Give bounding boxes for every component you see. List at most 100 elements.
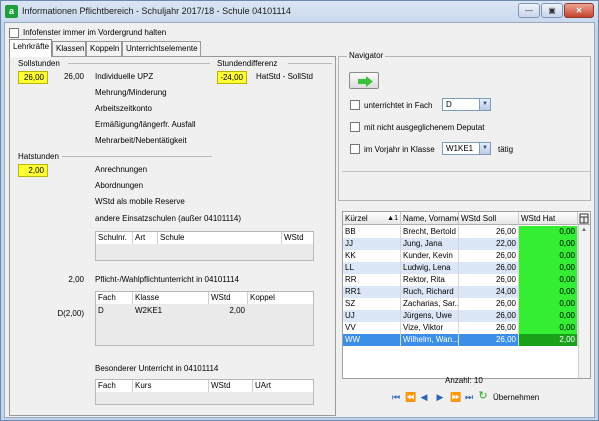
cell-name[interactable]: Kunder, Kevin [401,250,459,262]
cell-soll[interactable]: 26,00 [459,250,519,262]
filter-deputat-checkbox[interactable] [350,122,360,132]
first-record-icon[interactable]: ⏮ [391,392,401,402]
cell-name[interactable]: Rektor, Rita [401,274,459,286]
pflicht-row-wstd[interactable]: 2,00 [209,305,248,316]
table-row[interactable]: SZ Zacharias, Sar... 26,00 0,00 [343,298,578,310]
schools-col-art[interactable]: Art [133,232,158,244]
tab-lehrkraefte[interactable]: Lehrkräfte [9,39,52,57]
cell-soll[interactable]: 22,00 [459,238,519,250]
prev-page-icon[interactable]: ⏪ [405,392,416,402]
cell-kuerzel[interactable]: RR1 [343,286,401,298]
cell-kuerzel[interactable]: SZ [343,298,401,310]
cell-hat[interactable]: 0,00 [519,226,578,238]
schools-col-schulnr[interactable]: Schulnr. [96,232,133,244]
cell-hat[interactable]: 0,00 [519,274,578,286]
table-row[interactable]: KK Kunder, Kevin 26,00 0,00 [343,250,578,262]
title-bar[interactable]: a Informationen Pflichtbereich - Schulja… [1,1,598,23]
pflicht-col-klasse[interactable]: Klasse [133,292,209,304]
scroll-up-icon[interactable]: ▲ [581,227,587,233]
cell-name[interactable]: Jung, Jana [401,238,459,250]
chevron-down-icon[interactable]: ▼ [479,143,490,154]
cell-kuerzel[interactable]: LL [343,262,401,274]
navigator-arrow-button[interactable] [349,72,379,89]
tab-unterrichtselemente[interactable]: Unterrichtselemente [122,41,201,56]
table-row[interactable]: WW Wilhelm, Wan... 26,00 2,00 [343,334,578,346]
pflicht-col-fach[interactable]: Fach [96,292,133,304]
filter-fach-select[interactable]: D ▼ [442,98,491,111]
table-row[interactable]: JJ Jung, Jana 22,00 0,00 [343,238,578,250]
cell-kuerzel[interactable]: JJ [343,238,401,250]
cell-hat[interactable]: 0,00 [519,262,578,274]
cell-name[interactable]: Ludwig, Lena [401,262,459,274]
pflicht-row-klasse[interactable]: W2KE1 [133,305,209,316]
cell-soll[interactable]: 26,00 [459,334,519,346]
table-row[interactable]: BB Brecht, Bertold 26,00 0,00 [343,226,578,238]
cell-soll[interactable]: 26,00 [459,262,519,274]
cell-name[interactable]: Brecht, Bertold [401,226,459,238]
filter-fach-checkbox[interactable] [350,100,360,110]
table-scrollbar[interactable]: ▲ [578,225,590,378]
col-wstd-soll[interactable]: WStd Soll [459,212,519,225]
pflicht-grid[interactable]: Fach Klasse WStd Koppel D W2KE1 2,00 [95,291,314,346]
close-icon[interactable]: ✕ [564,3,594,18]
teacher-table[interactable]: Kürzel ▲1 Name, Vorname WStd Soll WStd H… [342,211,591,379]
schools-grid[interactable]: Schulnr. Art Schule WStd [95,231,314,261]
table-row[interactable]: UJ Jürgens, Uwe 26,00 0,00 [343,310,578,322]
schools-col-schule[interactable]: Schule [158,232,282,244]
minimize-icon[interactable]: — [518,3,540,18]
cell-kuerzel[interactable]: UJ [343,310,401,322]
next-record-icon[interactable]: ▶ [435,392,445,402]
tab-koppeln[interactable]: Koppeln [86,41,122,56]
table-row[interactable]: RR1 Ruch, Richard 24,00 0,00 [343,286,578,298]
cell-soll[interactable]: 26,00 [459,298,519,310]
table-row[interactable]: RR Rektor, Rita 26,00 0,00 [343,274,578,286]
cell-name[interactable]: Ruch, Richard [401,286,459,298]
cell-name[interactable]: Vize, Viktor [401,322,459,334]
cell-kuerzel[interactable]: WW [343,334,401,346]
cell-hat[interactable]: 0,00 [519,286,578,298]
pflicht-col-koppel[interactable]: Koppel [248,292,313,304]
col-kuerzel[interactable]: Kürzel ▲1 [343,212,401,225]
pflicht-col-wstd[interactable]: WStd [209,292,248,304]
cell-kuerzel[interactable]: KK [343,250,401,262]
cell-name[interactable]: Wilhelm, Wan... [401,334,459,346]
besonderer-col-kurs[interactable]: Kurs [133,380,209,392]
table-row[interactable]: VV Vize, Viktor 26,00 0,00 [343,322,578,334]
filter-vorjahr-checkbox[interactable] [350,144,360,154]
schools-col-wstd[interactable]: WStd [282,232,313,244]
cell-hat[interactable]: 0,00 [519,322,578,334]
foreground-checkbox[interactable] [9,28,19,38]
filter-vorjahr-select[interactable]: W1KE1 ▼ [442,142,491,155]
cell-kuerzel[interactable]: RR [343,274,401,286]
besonderer-col-uart[interactable]: UArt [253,380,313,392]
cell-kuerzel[interactable]: BB [343,226,401,238]
besonderer-col-wstd[interactable]: WStd [209,380,253,392]
cell-hat[interactable]: 0,00 [519,250,578,262]
next-page-icon[interactable]: ⏩ [450,392,461,402]
maximize-icon[interactable]: ▣ [541,3,563,18]
column-chooser-icon[interactable] [578,212,590,225]
cell-hat[interactable]: 0,00 [519,310,578,322]
cell-soll[interactable]: 26,00 [459,274,519,286]
cell-name[interactable]: Zacharias, Sar... [401,298,459,310]
table-row[interactable]: LL Ludwig, Lena 26,00 0,00 [343,262,578,274]
chevron-down-icon[interactable]: ▼ [479,99,490,110]
cell-soll[interactable]: 24,00 [459,286,519,298]
tab-klassen[interactable]: Klassen [52,41,86,56]
col-name[interactable]: Name, Vorname [401,212,459,225]
cell-soll[interactable]: 26,00 [459,310,519,322]
cell-name[interactable]: Jürgens, Uwe [401,310,459,322]
cell-soll[interactable]: 26,00 [459,226,519,238]
last-record-icon[interactable]: ⏭ [464,392,474,402]
besonderer-grid[interactable]: Fach Kurs WStd UArt [95,379,314,405]
besonderer-col-fach[interactable]: Fach [96,380,133,392]
cell-hat[interactable]: 2,00 [519,334,578,346]
refresh-icon[interactable]: ↻ [478,391,488,402]
cell-soll[interactable]: 26,00 [459,322,519,334]
apply-button[interactable]: Übernehmen [493,393,539,402]
cell-hat[interactable]: 0,00 [519,238,578,250]
prev-record-icon[interactable]: ◀ [419,392,429,402]
cell-hat[interactable]: 0,00 [519,298,578,310]
pflicht-row-fach[interactable]: D [96,305,133,316]
cell-kuerzel[interactable]: VV [343,322,401,334]
